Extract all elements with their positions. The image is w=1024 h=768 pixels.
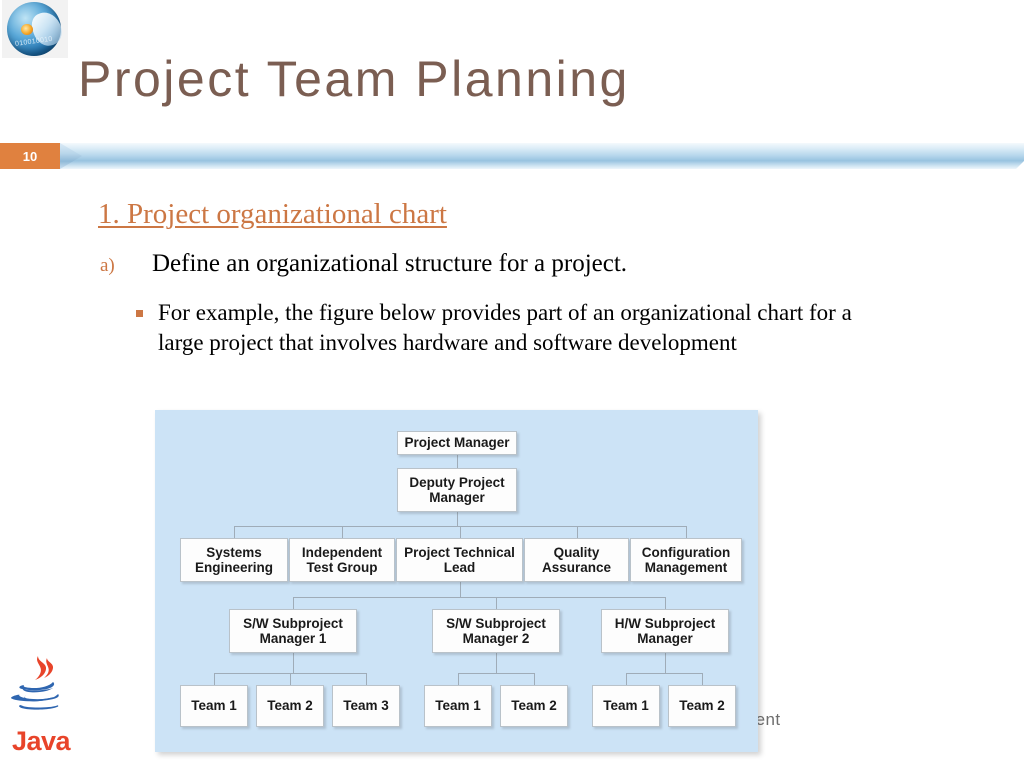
connector-vertical bbox=[457, 456, 458, 468]
divider bbox=[60, 143, 1024, 171]
connector-horizontal bbox=[496, 673, 534, 674]
connector-vertical bbox=[293, 653, 294, 673]
bullet-level2-text: Define an organizational structure for a… bbox=[152, 250, 628, 277]
connector-vertical bbox=[290, 673, 291, 685]
connector-horizontal bbox=[457, 526, 686, 527]
connector-vertical bbox=[702, 673, 703, 685]
java-wordmark: Java bbox=[11, 726, 71, 756]
connector-horizontal bbox=[626, 673, 665, 674]
connector-vertical bbox=[234, 526, 235, 538]
bullet-level3-text: For example, the figure below provides p… bbox=[158, 300, 852, 356]
section-heading: 1. Project organizational chart bbox=[98, 198, 447, 230]
org-node-t2c: Team 2 bbox=[668, 685, 736, 727]
bullet-level3: For example, the figure below provides p… bbox=[136, 298, 866, 359]
org-node-t2b: Team 2 bbox=[500, 685, 568, 727]
connector-vertical bbox=[577, 526, 578, 538]
org-node-cm: Configuration Management bbox=[630, 538, 742, 582]
spark-icon bbox=[21, 24, 33, 35]
connector-horizontal bbox=[458, 673, 496, 674]
connector-vertical bbox=[496, 653, 497, 673]
org-node-t2a: Team 2 bbox=[256, 685, 324, 727]
connector-vertical bbox=[293, 597, 294, 609]
org-node-t1c: Team 1 bbox=[592, 685, 660, 727]
binary-text: 010010010 bbox=[14, 35, 54, 48]
connector-vertical bbox=[457, 512, 458, 526]
connector-vertical bbox=[534, 673, 535, 685]
bullet-level2-marker: a) bbox=[100, 255, 115, 276]
connector-horizontal bbox=[460, 597, 665, 598]
org-node-itg: Independent Test Group bbox=[289, 538, 395, 582]
org-node-pm: Project Manager bbox=[397, 431, 517, 455]
org-chart-figure: Project Manager Deputy Project Manager Sys… bbox=[155, 410, 758, 752]
connector-vertical bbox=[496, 597, 497, 609]
org-node-ptl: Project Technical Lead bbox=[396, 538, 523, 582]
connector-vertical bbox=[458, 673, 459, 685]
connector-horizontal bbox=[293, 597, 460, 598]
org-node-t1a: Team 1 bbox=[180, 685, 248, 727]
org-node-t1b: Team 1 bbox=[424, 685, 492, 727]
connector-horizontal bbox=[214, 673, 293, 674]
connector-horizontal bbox=[665, 673, 702, 674]
page-title: Project Team Planning bbox=[78, 51, 630, 107]
connector-vertical bbox=[665, 597, 666, 609]
connector-vertical bbox=[686, 526, 687, 538]
connector-vertical bbox=[665, 653, 666, 673]
divider-bar bbox=[60, 143, 1024, 169]
org-node-swm2: S/W Subproject Manager 2 bbox=[432, 609, 560, 653]
square-bullet-icon bbox=[136, 310, 143, 317]
connector-vertical bbox=[214, 673, 215, 685]
org-node-t3a: Team 3 bbox=[332, 685, 400, 727]
bullet-level2: a) Define an organizational structure for… bbox=[100, 250, 900, 278]
connector-horizontal bbox=[293, 673, 366, 674]
globe-icon: 010010010 bbox=[7, 2, 66, 56]
org-node-hwm: H/W Subproject Manager bbox=[601, 609, 729, 653]
connector-vertical bbox=[342, 526, 343, 538]
java-logo: Java bbox=[4, 652, 78, 764]
connector-vertical bbox=[460, 526, 461, 538]
organization-logo: 010010010 bbox=[2, 0, 68, 58]
java-cup-icon bbox=[11, 656, 59, 710]
connector-vertical bbox=[366, 673, 367, 685]
connector-vertical bbox=[460, 582, 461, 597]
org-node-se: Systems Engineering bbox=[180, 538, 288, 582]
org-node-swm1: S/W Subproject Manager 1 bbox=[229, 609, 357, 653]
org-node-dpm: Deputy Project Manager bbox=[397, 468, 517, 512]
org-node-qa: Quality Assurance bbox=[524, 538, 629, 582]
connector-vertical bbox=[626, 673, 627, 685]
slide-number-badge: 10 bbox=[0, 143, 60, 169]
connector-horizontal bbox=[342, 526, 457, 527]
